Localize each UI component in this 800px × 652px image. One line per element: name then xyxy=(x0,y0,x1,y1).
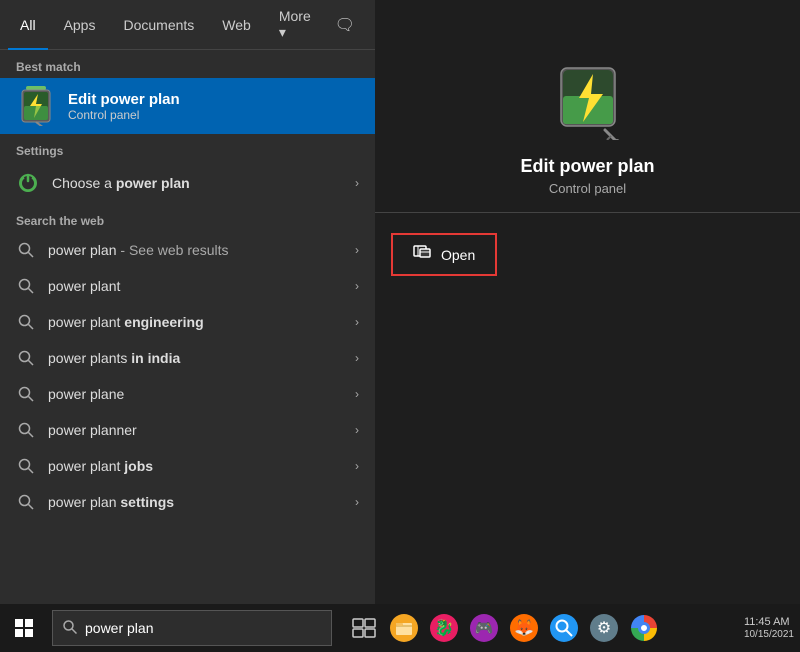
settings-label: Settings xyxy=(0,134,375,162)
web-item-text-0: power plan - See web results xyxy=(48,242,343,258)
web-chevron-icon-4: › xyxy=(355,387,359,401)
taskbar: power plan 🐉 🎮 xyxy=(0,604,800,652)
start-button[interactable] xyxy=(0,604,48,652)
web-item-text-3: power plants in india xyxy=(48,350,343,366)
web-item-5[interactable]: power planner › xyxy=(0,412,375,448)
search-box[interactable]: power plan xyxy=(52,610,332,646)
web-chevron-icon-3: › xyxy=(355,351,359,365)
taskbar-search-icon[interactable] xyxy=(544,604,584,652)
settings-power-icon xyxy=(16,171,40,195)
best-match-item[interactable]: Edit power plan Control panel xyxy=(0,78,375,134)
best-match-subtitle: Control panel xyxy=(68,108,180,122)
web-item-text-5: power planner xyxy=(48,422,343,438)
search-loop-icon-2 xyxy=(16,312,36,332)
web-item-2[interactable]: power plant engineering › xyxy=(0,304,375,340)
web-item-1[interactable]: power plant › xyxy=(0,268,375,304)
settings-item-power-plan[interactable]: Choose a power plan › xyxy=(0,162,375,204)
tab-all[interactable]: All xyxy=(8,0,48,50)
web-chevron-icon-5: › xyxy=(355,423,359,437)
search-box-value: power plan xyxy=(85,620,154,636)
taskbar-file-explorer[interactable] xyxy=(384,604,424,652)
open-external-icon xyxy=(413,243,431,266)
search-loop-icon-6 xyxy=(16,456,36,476)
taskbar-settings-icon[interactable]: ⚙ xyxy=(584,604,624,652)
web-item-text-1: power plant xyxy=(48,278,343,294)
best-match-title: Edit power plan xyxy=(68,91,180,108)
search-loop-icon-4 xyxy=(16,384,36,404)
best-match-icon xyxy=(16,86,56,126)
search-loop-icon-1 xyxy=(16,276,36,296)
search-loop-icon-7 xyxy=(16,492,36,512)
detail-panel: Edit power plan Control panel Open xyxy=(375,0,800,620)
search-panel: All Apps Documents Web More ▾ 🗨 ··· ✕ Be… xyxy=(0,0,375,620)
web-chevron-icon-2: › xyxy=(355,315,359,329)
feedback-icon[interactable]: 🗨 xyxy=(327,11,363,39)
search-loop-icon-0 xyxy=(16,240,36,260)
open-button[interactable]: Open xyxy=(391,233,497,276)
tab-more[interactable]: More ▾ xyxy=(267,0,323,50)
web-chevron-icon-1: › xyxy=(355,279,359,293)
detail-subtitle: Control panel xyxy=(549,181,626,196)
taskbar-game-icon[interactable]: 🐉 xyxy=(424,604,464,652)
web-item-0[interactable]: power plan - See web results › xyxy=(0,232,375,268)
best-match-label: Best match xyxy=(0,50,375,78)
tab-apps[interactable]: Apps xyxy=(52,0,108,50)
open-button-container: Open xyxy=(375,225,800,284)
web-item-4[interactable]: power plane › xyxy=(0,376,375,412)
web-item-text-2: power plant engineering xyxy=(48,314,343,330)
settings-chevron-icon: › xyxy=(355,176,359,190)
best-match-text: Edit power plan Control panel xyxy=(68,91,180,122)
system-tray: 11:45 AM10/15/2021 xyxy=(744,616,800,640)
taskbar-chrome-icon[interactable] xyxy=(624,604,664,652)
results-area: Best match Edit power plan Contr xyxy=(0,50,375,620)
web-item-text-6: power plant jobs xyxy=(48,458,343,474)
web-chevron-icon-0: › xyxy=(355,243,359,257)
open-button-label: Open xyxy=(441,247,475,263)
clock: 11:45 AM10/15/2021 xyxy=(744,616,794,640)
search-box-icon xyxy=(63,620,77,637)
web-item-text-7: power plan settings xyxy=(48,494,343,510)
search-loop-icon-3 xyxy=(16,348,36,368)
web-chevron-icon-7: › xyxy=(355,495,359,509)
taskbar-browser-icon[interactable]: 🦊 xyxy=(504,604,544,652)
tab-documents[interactable]: Documents xyxy=(111,0,206,50)
web-chevron-icon-6: › xyxy=(355,459,359,473)
detail-icon-area xyxy=(553,60,623,140)
web-item-7[interactable]: power plan settings › xyxy=(0,484,375,520)
web-item-3[interactable]: power plants in india › xyxy=(0,340,375,376)
web-item-text-4: power plane xyxy=(48,386,343,402)
taskbar-controller-icon[interactable]: 🎮 xyxy=(464,604,504,652)
detail-title: Edit power plan xyxy=(520,156,654,177)
web-search-label: Search the web xyxy=(0,204,375,232)
web-item-6[interactable]: power plant jobs › xyxy=(0,448,375,484)
tab-bar: All Apps Documents Web More ▾ 🗨 ··· ✕ xyxy=(0,0,375,50)
tab-web[interactable]: Web xyxy=(210,0,263,50)
detail-divider xyxy=(375,212,800,213)
settings-item-text: Choose a power plan xyxy=(52,175,343,191)
search-loop-icon-5 xyxy=(16,420,36,440)
taskbar-task-view[interactable] xyxy=(344,604,384,652)
